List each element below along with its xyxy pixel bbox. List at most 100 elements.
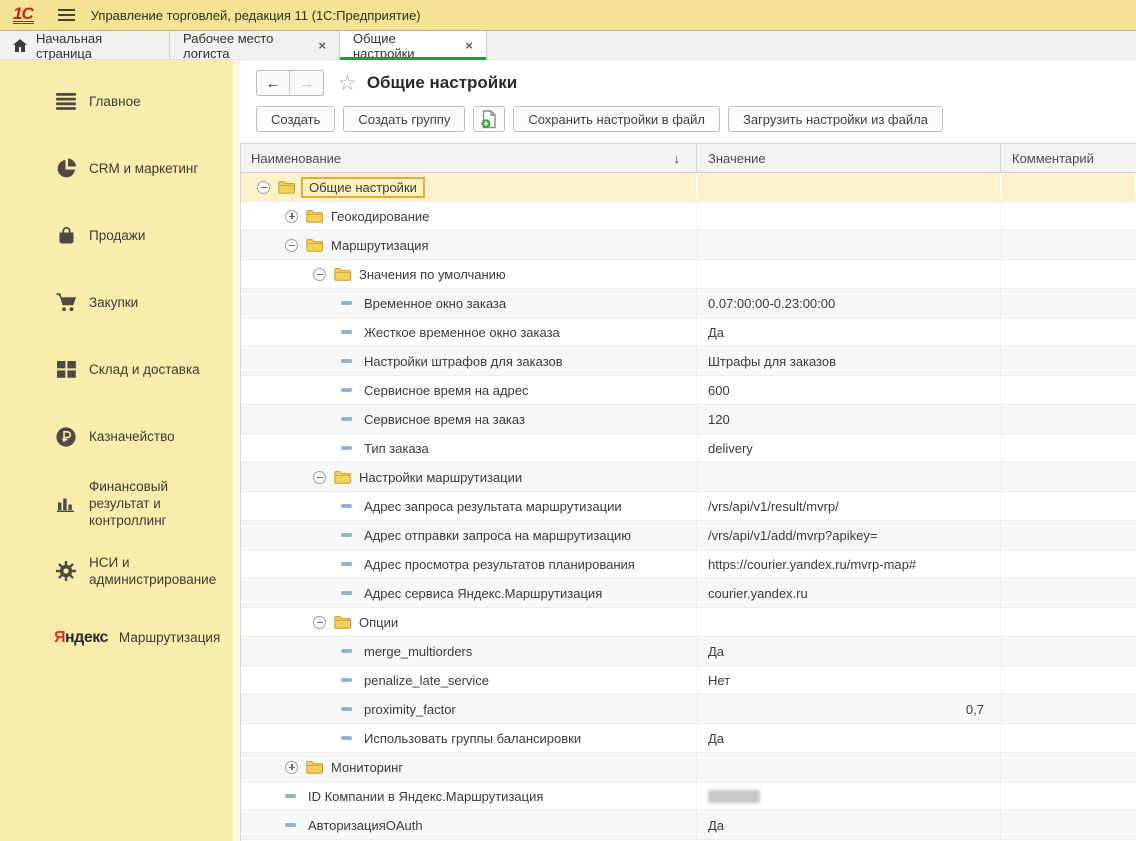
favorite-star-icon[interactable]: ☆ (338, 71, 357, 96)
sidebar-item-sales[interactable]: Продажи (0, 202, 240, 269)
comment-cell (1001, 782, 1136, 810)
gear-icon (54, 561, 78, 581)
yandex-icon: Яндекс (54, 629, 108, 647)
comment-cell (1001, 202, 1136, 230)
tab-logist-workplace[interactable]: Рабочее место логиста × (170, 31, 340, 60)
tree-name-cell: Использовать группы балансировки (241, 724, 697, 752)
table-row[interactable]: Сервисное время на заказ120 (241, 405, 1136, 434)
collapse-minus-icon[interactable] (313, 268, 326, 281)
comment-cell (1001, 579, 1136, 607)
table-row[interactable]: АвторизацияOAuthДа (241, 811, 1136, 840)
tab-close-icon[interactable]: × (318, 38, 326, 53)
item-dash-icon (341, 330, 352, 334)
row-label: Сервисное время на адрес (364, 383, 529, 398)
load-settings-from-file-button[interactable]: Загрузить настройки из файла (728, 106, 943, 132)
table-row[interactable]: Мониторинг (241, 753, 1136, 782)
table-row[interactable]: Значения по умолчанию (241, 260, 1136, 289)
table-row[interactable]: Общие настройки (241, 173, 1136, 202)
sidebar-item-treasury[interactable]: Казначейство (0, 403, 240, 470)
create-copy-button[interactable] (473, 106, 505, 132)
table-row[interactable]: proximity_factor0,7 (241, 695, 1136, 724)
bar-chart-icon (54, 495, 78, 512)
sidebar-item-warehouse-delivery[interactable]: Склад и доставка (0, 336, 240, 403)
column-header-name[interactable]: Наименование ↓ (241, 144, 697, 172)
comment-cell (1001, 811, 1136, 839)
item-dash-icon (341, 388, 352, 392)
sidebar-item-crm-marketing[interactable]: CRM и маркетинг (0, 135, 240, 202)
table-row[interactable]: Геокодирование (241, 202, 1136, 231)
table-row[interactable]: penalize_late_serviceНет (241, 666, 1136, 695)
comment-cell (1001, 608, 1136, 636)
value-cell: 0,7 (697, 695, 1001, 723)
table-header: Наименование ↓ Значение Комментарий (241, 144, 1136, 173)
forward-button[interactable]: → (290, 71, 323, 95)
table-row[interactable]: Адрес отправки запроса на маршрутизацию/… (241, 521, 1136, 550)
expand-plus-icon[interactable] (285, 210, 298, 223)
tree-name-cell: penalize_late_service (241, 666, 697, 694)
save-settings-to-file-button[interactable]: Сохранить настройки в файл (513, 106, 720, 132)
folder-icon (334, 615, 351, 629)
table-row[interactable]: Адрес сервиса Яндекс.Маршрутизацияcourie… (241, 579, 1136, 608)
sidebar-item-label: CRM и маркетинг (89, 160, 198, 177)
sidebar-item-yandex-routing[interactable]: Яндекс Маршрутизация (0, 604, 240, 671)
row-label: Общие настройки (301, 177, 425, 198)
sidebar-item-label: Финансовый результат и контроллинг (89, 478, 210, 529)
collapse-minus-icon[interactable] (285, 239, 298, 252)
value-cell: 120 (697, 405, 1001, 433)
table-row[interactable]: Использовать группы балансировкиДа (241, 724, 1136, 753)
comment-cell (1001, 666, 1136, 694)
row-label: Опции (359, 615, 398, 630)
table-row[interactable]: Жесткое временное окно заказаДа (241, 318, 1136, 347)
create-group-button[interactable]: Создать группу (343, 106, 465, 132)
value-cell (697, 260, 1001, 288)
sidebar-item-purchases[interactable]: Закупки (0, 269, 240, 336)
sidebar-scrollbar[interactable] (233, 60, 240, 841)
folder-icon (334, 470, 351, 484)
collapse-minus-icon[interactable] (313, 616, 326, 629)
table-row[interactable]: Опции (241, 608, 1136, 637)
create-button[interactable]: Создать (256, 106, 335, 132)
expand-plus-icon[interactable] (285, 761, 298, 774)
sidebar-item-nsi-administration[interactable]: НСИ и администрирование (0, 537, 240, 604)
table-row[interactable]: Настройки маршрутизации (241, 463, 1136, 492)
table-row[interactable]: ID Компании в Яндекс.Маршрутизация (241, 782, 1136, 811)
table-row[interactable]: Сервисное время на адрес600 (241, 376, 1136, 405)
column-header-comment[interactable]: Комментарий (1001, 144, 1136, 172)
table-row[interactable]: Временное окно заказа0.07:00:00-0.23:00:… (241, 289, 1136, 318)
table-row[interactable]: merge_multiordersДа (241, 637, 1136, 666)
value-cell: Да (697, 318, 1001, 346)
item-dash-icon (341, 359, 352, 363)
tree-name-cell: Временное окно заказа (241, 289, 697, 317)
folder-icon (278, 180, 295, 194)
item-dash-icon (341, 417, 352, 421)
sidebar-item-financial-result[interactable]: Финансовый результат и контроллинг (0, 470, 240, 537)
main-menu-icon[interactable] (58, 6, 75, 24)
table-row[interactable]: Маршрутизация (241, 231, 1136, 260)
table-row[interactable]: Настройки штрафов для заказовШтрафы для … (241, 347, 1136, 376)
table-row[interactable]: Тип заказаdelivery (241, 434, 1136, 463)
comment-cell (1001, 637, 1136, 665)
tab-close-icon[interactable]: × (465, 38, 473, 53)
column-header-value[interactable]: Значение (697, 144, 1001, 172)
table-row[interactable]: Адрес запроса результата маршрутизации/v… (241, 492, 1136, 521)
value-cell (697, 231, 1001, 259)
row-label: ID Компании в Яндекс.Маршрутизация (308, 789, 543, 804)
collapse-minus-icon[interactable] (313, 471, 326, 484)
tree-name-cell: Маршрутизация (241, 231, 697, 259)
sidebar-item-label: Маршрутизация (119, 629, 220, 646)
tree-name-cell: Значения по умолчанию (241, 260, 697, 288)
value-cell (697, 753, 1001, 781)
command-bar: Создать Создать группу Сохранить настройки… (240, 106, 1136, 143)
back-button[interactable]: ← (257, 71, 290, 95)
tab-label: Рабочее место логиста (183, 31, 308, 61)
tab-general-settings[interactable]: Общие настройки× (340, 31, 487, 60)
sidebar-item-main[interactable]: Главное (0, 68, 240, 135)
tab-home[interactable]: Начальная страница (0, 31, 170, 60)
table-row[interactable]: Адрес просмотра результатов планирования… (241, 550, 1136, 579)
comment-cell (1001, 231, 1136, 259)
row-label: Временное окно заказа (364, 296, 506, 311)
item-dash-icon (341, 649, 352, 653)
collapse-minus-icon[interactable] (257, 181, 270, 194)
tree-name-cell: Адрес запроса результата маршрутизации (241, 492, 697, 520)
value-cell: delivery (697, 434, 1001, 462)
